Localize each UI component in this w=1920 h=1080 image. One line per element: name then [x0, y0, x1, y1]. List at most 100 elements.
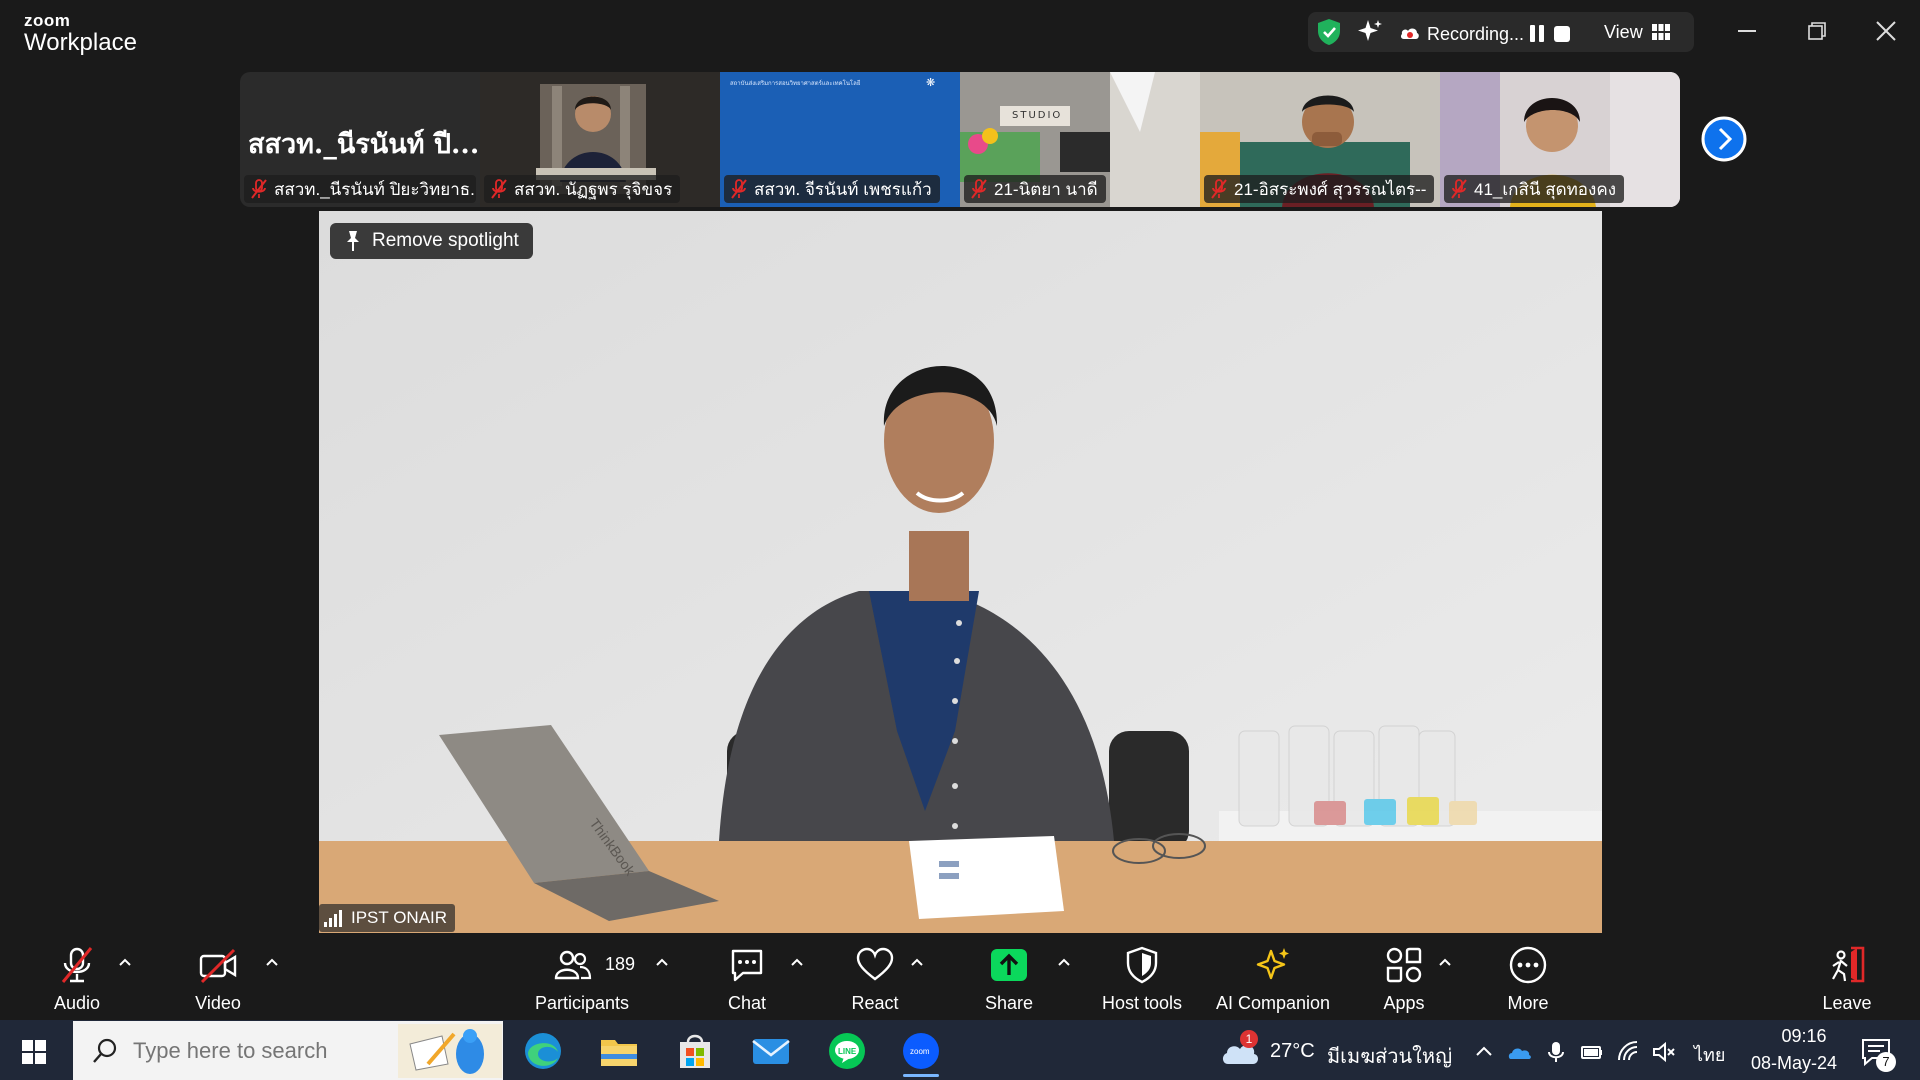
close-icon[interactable] [1875, 20, 1897, 42]
host-tools-button[interactable]: Host tools [1095, 933, 1189, 1020]
participant-name-bar: สสวท. นัฏฐพร รุจิขจร [484, 175, 681, 203]
ai-companion-label: AI Companion [1215, 993, 1331, 1013]
sparkle-icon[interactable] [1356, 18, 1384, 46]
maximize-icon[interactable] [1808, 22, 1826, 40]
participants-count: 189 [605, 954, 636, 974]
participant-name: 41_เกสินี สุดทองคง [1474, 179, 1616, 199]
wifi-icon[interactable] [1616, 1040, 1640, 1064]
onedrive-icon[interactable] [1508, 1040, 1532, 1064]
pause-icon[interactable] [1530, 25, 1544, 42]
mic-off-icon [971, 179, 987, 199]
chat-button[interactable]: Chat [717, 933, 777, 1020]
leave-button[interactable]: Leave [1818, 933, 1876, 1020]
participant-tile[interactable]: 41_เกสินี สุดทองคง [1440, 72, 1680, 207]
participants-button[interactable]: Participants [528, 933, 636, 1020]
signal-icon [324, 910, 342, 927]
brand-workplace: Workplace [24, 29, 137, 56]
zoom-active-indicator [903, 1074, 939, 1077]
share-button[interactable]: Share [974, 933, 1044, 1020]
more-button[interactable]: More [1494, 933, 1562, 1020]
spotlight-name-bar: IPST ONAIR [319, 904, 456, 932]
shared-slide-header: สถาบันส่งเสริมการสอนวิทยาศาสตร์และเทคโนโ… [730, 81, 861, 87]
minimize-icon[interactable] [1738, 30, 1756, 32]
apps-icon [1386, 947, 1422, 983]
react-label: React [851, 993, 899, 1013]
ellipsis-icon [1509, 946, 1547, 984]
search-icon [93, 1038, 117, 1063]
participant-name: สสวท._นีรนันท์ ปิยะวิทยาธ... [274, 179, 476, 199]
shield-icon[interactable] [1316, 18, 1342, 46]
participant-name-bar: สสวท._นีรนันท์ ปิยะวิทยาธ... [244, 175, 476, 203]
line-icon[interactable]: LINE [826, 1030, 868, 1072]
battery-icon[interactable] [1580, 1040, 1604, 1064]
clock-date[interactable]: 08-May-24 [1744, 1053, 1844, 1074]
participant-tile[interactable]: STUDIO 21-นิตยา นาดี [960, 72, 1200, 207]
speaker-muted-icon[interactable] [1652, 1040, 1676, 1064]
react-button[interactable]: React [840, 933, 910, 1020]
studio-sign: STUDIO [1012, 110, 1063, 121]
mic-off-icon [1451, 179, 1467, 199]
more-label: More [1507, 993, 1549, 1013]
share-options-chevron-icon[interactable] [1057, 957, 1071, 967]
participant-name-bar: 21-นิตยา นาดี [964, 175, 1106, 203]
participant-tile[interactable]: สถาบันส่งเสริมการสอนวิทยาศาสตร์และเทคโนโ… [720, 72, 960, 207]
ai-companion-button[interactable]: AI Companion [1211, 933, 1335, 1020]
apps-options-chevron-icon[interactable] [1438, 957, 1452, 967]
leave-icon [1832, 946, 1865, 983]
chat-label: Chat [727, 993, 767, 1013]
notification-count: 7 [1876, 1052, 1896, 1072]
host-shield-icon [1126, 946, 1158, 984]
remove-spotlight-button[interactable]: Remove spotlight [330, 223, 533, 259]
folder-icon[interactable] [598, 1030, 640, 1072]
participant-name: สสวท. จีรนันท์ เพชรแก้ว [754, 179, 932, 199]
chat-icon [731, 949, 763, 982]
brand-zoom: zoom [24, 11, 71, 30]
spotlight-video[interactable]: ThinkBook [319, 211, 1602, 933]
participant-tile[interactable]: 21-อิสระพงศ์ สุวรรณไตร-- [1200, 72, 1440, 207]
video-label: Video [195, 993, 241, 1013]
heart-icon [856, 947, 894, 981]
video-off-icon [199, 948, 237, 984]
logo-icon: ❋ [926, 77, 936, 89]
chat-options-chevron-icon[interactable] [790, 957, 804, 967]
react-options-chevron-icon[interactable] [910, 957, 924, 967]
apps-button[interactable]: Apps [1370, 933, 1438, 1020]
participant-name-bar: สสวท. จีรนันท์ เพชรแก้ว [724, 175, 940, 203]
zoom-meeting-window: zoom Workplace Recording... View สสวท._น… [0, 0, 1920, 1080]
zoom-icon[interactable]: zoom [900, 1030, 942, 1072]
participant-display-name: สสวท._นีรนันท์ ปี... [248, 129, 480, 160]
mail-icon[interactable] [750, 1030, 792, 1072]
grid-icon[interactable] [1652, 24, 1670, 40]
audio-button[interactable]: Audio [42, 933, 112, 1020]
participants-options-chevron-icon[interactable] [655, 957, 669, 967]
video-button[interactable]: Video [183, 933, 253, 1020]
audio-options-chevron-icon[interactable] [118, 957, 132, 967]
mic-off-icon [251, 179, 267, 199]
participant-tile[interactable]: สสวท. นัฏฐพร รุจิขจร [480, 72, 720, 207]
chevron-up-icon[interactable] [1472, 1040, 1496, 1064]
zoom-workplace-logo: zoom Workplace [24, 12, 137, 55]
edge-icon[interactable] [522, 1030, 564, 1072]
apps-label: Apps [1383, 993, 1425, 1013]
participant-name: 21-นิตยา นาดี [994, 179, 1098, 199]
microphone-icon[interactable] [1544, 1040, 1568, 1064]
mic-off-icon [731, 179, 747, 199]
search-input[interactable] [133, 1035, 373, 1067]
participant-name: สสวท. นัฏฐพร รุจิขจร [514, 179, 673, 199]
mic-off-icon [61, 947, 93, 983]
host-tools-label: Host tools [1101, 993, 1183, 1013]
stop-icon[interactable] [1554, 26, 1570, 42]
weather-temperature[interactable]: 27°C [1270, 1040, 1315, 1063]
participant-tile[interactable]: สสวท._นีรนันท์ ปี... สสวท._นีรนันท์ ปิยะ… [240, 72, 480, 207]
weather-alert-badge: 1 [1240, 1030, 1258, 1048]
windows-start-icon[interactable] [22, 1040, 46, 1064]
title-bar: zoom Workplace Recording... View [0, 0, 1920, 66]
weather-description[interactable]: มีเมฆส่วนใหญ่ [1327, 1040, 1452, 1072]
store-icon[interactable] [674, 1030, 716, 1072]
gallery-next-button[interactable] [1701, 116, 1747, 162]
clock-time[interactable]: 09:16 [1764, 1026, 1844, 1047]
view-button[interactable]: View [1604, 22, 1643, 43]
ai-sparkle-icon [1256, 948, 1289, 980]
input-language[interactable]: ไทย [1694, 1040, 1725, 1069]
video-options-chevron-icon[interactable] [265, 957, 279, 967]
